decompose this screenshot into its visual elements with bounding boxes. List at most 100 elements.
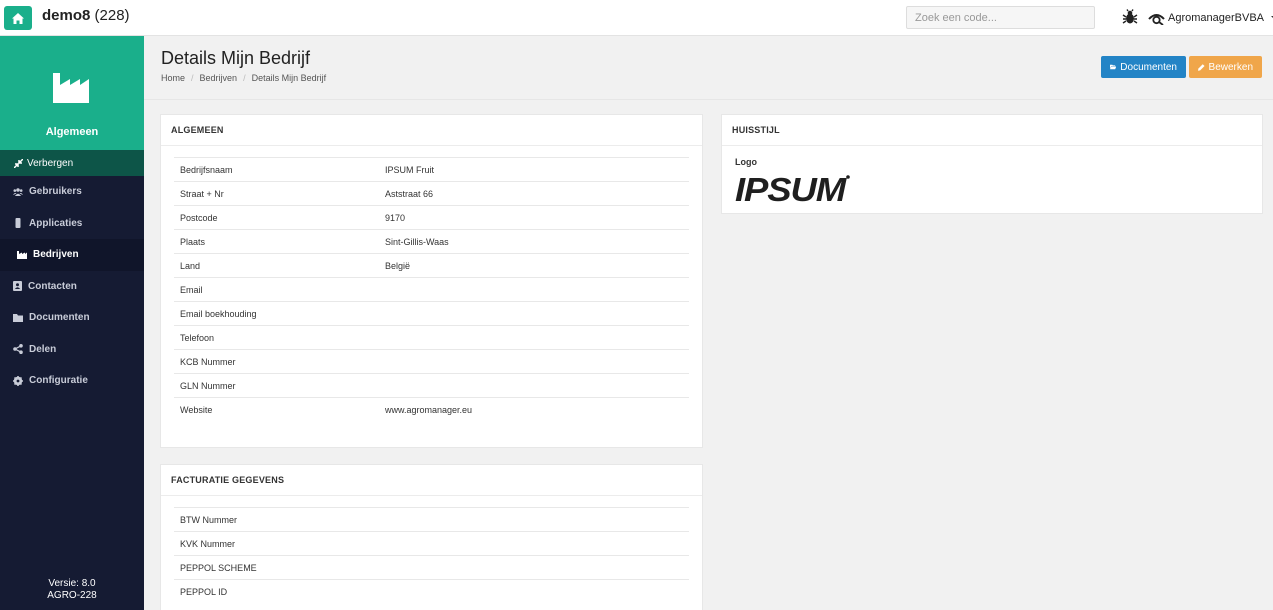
edit-button-label: Bewerken (1208, 61, 1253, 73)
table-row: KVK Nummer (174, 531, 689, 556)
table-row: GLN Nummer (174, 373, 689, 398)
table-row: Email boekhouding (174, 301, 689, 326)
row-value (379, 507, 689, 532)
user-menu[interactable]: AgromanagerBVBA (1148, 9, 1273, 27)
gear-icon (13, 375, 23, 386)
sidebar: Algemeen Verbergen Gebruikers Applicatie… (0, 36, 144, 610)
row-value: België (379, 253, 689, 278)
row-value (379, 531, 689, 556)
row-label: PEPPOL SCHEME (174, 555, 379, 580)
row-label: Postcode (174, 205, 379, 230)
sidebar-item-label: Bedrijven (33, 249, 79, 261)
sidebar-toggle-button[interactable]: Verbergen (0, 150, 144, 176)
sidebar-item-label: Delen (29, 343, 57, 355)
huisstijl-panel: HUISSTIJL Logo IPSUM (721, 114, 1263, 214)
sidebar-item-label: Configuratie (29, 375, 88, 387)
table-row: Plaats Sint-Gillis-Waas (174, 229, 689, 254)
company-logo: IPSUM (735, 173, 850, 203)
table-row: BTW Nummer (174, 507, 689, 532)
table-row: Straat + Nr Aststraat 66 (174, 181, 689, 206)
row-label: KCB Nummer (174, 349, 379, 374)
app-title: demo8 (228) (42, 7, 130, 24)
table-row: Telefoon (174, 325, 689, 350)
table-row: PEPPOL ID (174, 579, 689, 604)
table-row: Bedrijfsnaam IPSUM Fruit (174, 157, 689, 182)
factory-icon (17, 250, 27, 259)
home-button[interactable] (4, 6, 32, 30)
breadcrumb: Home / Bedrijven / Details Mijn Bedrijf (161, 73, 326, 83)
row-label: Email boekhouding (174, 301, 379, 326)
row-label: Plaats (174, 229, 379, 254)
row-label: KVK Nummer (174, 531, 379, 556)
page-title: Details Mijn Bedrijf (161, 48, 311, 68)
row-label: Straat + Nr (174, 181, 379, 206)
contact-book-icon (13, 281, 22, 292)
breadcrumb-separator: / (191, 73, 194, 83)
row-label: Land (174, 253, 379, 278)
sidebar-item-configuratie[interactable]: Configuratie (0, 365, 144, 397)
row-value[interactable]: www.agromanager.eu (379, 397, 689, 422)
sidebar-item-gebruikers[interactable]: Gebruikers (0, 176, 144, 208)
sidebar-item-applicaties[interactable]: Applicaties (0, 208, 144, 240)
table-row: Email (174, 277, 689, 302)
algemeen-table: Bedrijfsnaam IPSUM Fruit Straat + Nr Astst… (174, 157, 689, 422)
sidebar-item-label: Applicaties (29, 217, 83, 229)
table-row: Postcode 9170 (174, 205, 689, 230)
search-input[interactable] (906, 6, 1095, 29)
row-value (379, 579, 689, 604)
user-eye-icon (1148, 13, 1165, 25)
table-row: Land België (174, 253, 689, 278)
row-label: Website (174, 397, 379, 422)
breadcrumb-bedrijven[interactable]: Bedrijven (200, 73, 238, 83)
mobile-icon (15, 218, 21, 229)
table-row: PEPPOL SCHEME (174, 555, 689, 580)
row-value (379, 277, 689, 302)
sidebar-item-delen[interactable]: Delen (0, 334, 144, 366)
breadcrumb-home[interactable]: Home (161, 73, 185, 83)
row-value (379, 301, 689, 326)
table-row: Website www.agromanager.eu (174, 397, 689, 422)
row-value (379, 373, 689, 398)
sidebar-item-documenten[interactable]: Documenten (0, 302, 144, 334)
row-value: Aststraat 66 (379, 181, 689, 206)
breadcrumb-separator: / (243, 73, 246, 83)
edit-button[interactable]: Bewerken (1189, 56, 1262, 78)
breadcrumb-current: Details Mijn Bedrijf (251, 73, 327, 83)
row-label: Telefoon (174, 325, 379, 350)
folder-open-icon (1110, 64, 1117, 70)
row-value (379, 349, 689, 374)
sidebar-item-contacten[interactable]: Contacten (0, 271, 144, 303)
home-icon (12, 12, 24, 24)
sidebar-item-label: Gebruikers (29, 186, 82, 198)
app-count: (228) (94, 7, 130, 24)
panel-title: HUISSTIJL (722, 115, 1262, 146)
sidebar-toggle-label: Verbergen (27, 157, 74, 169)
row-label: Bedrijfsnaam (174, 157, 379, 182)
bug-icon[interactable] (1122, 9, 1138, 25)
pencil-icon (1198, 63, 1205, 71)
app-name: demo8 (42, 7, 91, 24)
sidebar-title: Algemeen (45, 126, 99, 138)
top-bar: demo8 (228) AgromanagerBVBA (0, 0, 1273, 36)
panel-title: ALGEMEEN (161, 115, 702, 146)
facturatie-table: BTW Nummer KVK Nummer PEPPOL SCHEME PEPP… (174, 507, 689, 604)
sidebar-item-label: Documenten (29, 312, 90, 324)
page-header: Details Mijn Bedrijf Home / Bedrijven / … (144, 36, 1273, 100)
sidebar-header: Algemeen (0, 36, 144, 150)
algemeen-panel: ALGEMEEN Bedrijfsnaam IPSUM Fruit Straat … (160, 114, 703, 448)
table-row: KCB Nummer (174, 349, 689, 374)
users-icon (13, 187, 23, 196)
build-label: AGRO-228 (47, 590, 97, 601)
panel-title: FACTURATIE GEGEVENS (161, 465, 702, 496)
sidebar-item-bedrijven[interactable]: Bedrijven (0, 239, 144, 271)
share-icon (13, 344, 23, 355)
row-value: IPSUM Fruit (379, 157, 689, 182)
version-label: Versie: 8.0 (48, 578, 96, 589)
documents-button[interactable]: Documenten (1101, 56, 1186, 78)
row-label: BTW Nummer (174, 507, 379, 532)
row-label: GLN Nummer (174, 373, 379, 398)
logo-label: Logo (735, 157, 757, 167)
svg-text:IPSUM: IPSUM (735, 173, 848, 203)
row-label: Email (174, 277, 379, 302)
row-value: 9170 (379, 205, 689, 230)
